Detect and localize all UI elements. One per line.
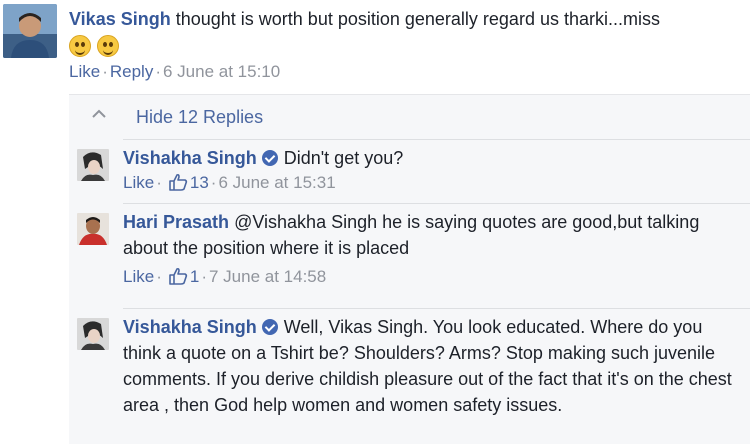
timestamp[interactable]: 6 June at 15:10	[163, 62, 280, 81]
hide-replies-label[interactable]: Hide 12 Replies	[136, 105, 263, 129]
reply-item: Hari Prasath @Vishakha Singh he is sayin…	[69, 203, 750, 297]
like-link[interactable]: Like	[123, 173, 154, 192]
comment-thread: Vikas Singh thought is worth but positio…	[0, 0, 750, 444]
timestamp[interactable]: 6 June at 15:31	[218, 173, 335, 192]
reply-text: Didn't get you?	[283, 148, 404, 168]
smile-emoji-icon	[69, 35, 91, 58]
separator-dot: ·	[210, 173, 217, 192]
verified-badge-icon	[261, 150, 278, 166]
reply-body: Hari Prasath @Vishakha Singh he is sayin…	[123, 209, 745, 289]
avatar[interactable]	[77, 213, 109, 245]
comment-actions: Like · Reply · 6 June at 15:10	[69, 60, 745, 84]
reply-item: Vishakha Singh Didn't get you? Like · 13 · 6 …	[69, 139, 750, 203]
like-link[interactable]: Like	[123, 267, 154, 286]
smile-emoji-icon	[97, 35, 119, 58]
verified-badge-icon	[261, 319, 278, 335]
top-comment: Vikas Singh thought is worth but positio…	[0, 0, 750, 92]
reply-body: Vishakha Singh Didn't get you? Like · 13 · 6 …	[123, 145, 745, 195]
reply-actions: Like · 13 · 6 June at 15:31	[123, 171, 745, 195]
separator-dot: ·	[201, 267, 207, 286]
author-name[interactable]: Vikas Singh	[69, 9, 171, 29]
avatar[interactable]	[3, 4, 57, 58]
thumbs-up-icon[interactable]	[168, 267, 188, 285]
reply-link[interactable]: Reply	[110, 62, 153, 81]
like-count[interactable]: 1	[190, 267, 199, 286]
chevron-up-icon	[92, 109, 106, 118]
reply-actions: Like · 1 · 7 June at 14:58	[123, 265, 745, 289]
separator-dot: ·	[155, 62, 161, 81]
hide-replies-toggle[interactable]: Hide 12 Replies	[69, 95, 750, 139]
author-name[interactable]: Hari Prasath	[123, 212, 229, 232]
comment-text: thought is worth but position generally …	[175, 9, 660, 29]
separator-dot: ·	[102, 62, 108, 81]
reply-item: Vishakha Singh Well, Vikas Singh. You loo…	[69, 308, 750, 444]
avatar[interactable]	[77, 149, 109, 181]
like-link[interactable]: Like	[69, 62, 100, 81]
replies-section: Hide 12 Replies Vishakha Singh Didn't get…	[69, 94, 750, 444]
separator-dot: ·	[156, 173, 162, 192]
separator-dot: ·	[156, 267, 162, 286]
reply-body: Vishakha Singh Well, Vikas Singh. You loo…	[123, 314, 745, 418]
timestamp[interactable]: 7 June at 14:58	[209, 267, 326, 286]
top-comment-body: Vikas Singh thought is worth but positio…	[69, 6, 745, 84]
author-name[interactable]: Vishakha Singh	[123, 317, 257, 337]
avatar[interactable]	[77, 318, 109, 350]
author-name[interactable]: Vishakha Singh	[123, 148, 257, 168]
emoji-row	[69, 32, 745, 60]
thumbs-up-icon[interactable]	[168, 173, 188, 191]
like-count[interactable]: 13	[190, 173, 209, 192]
